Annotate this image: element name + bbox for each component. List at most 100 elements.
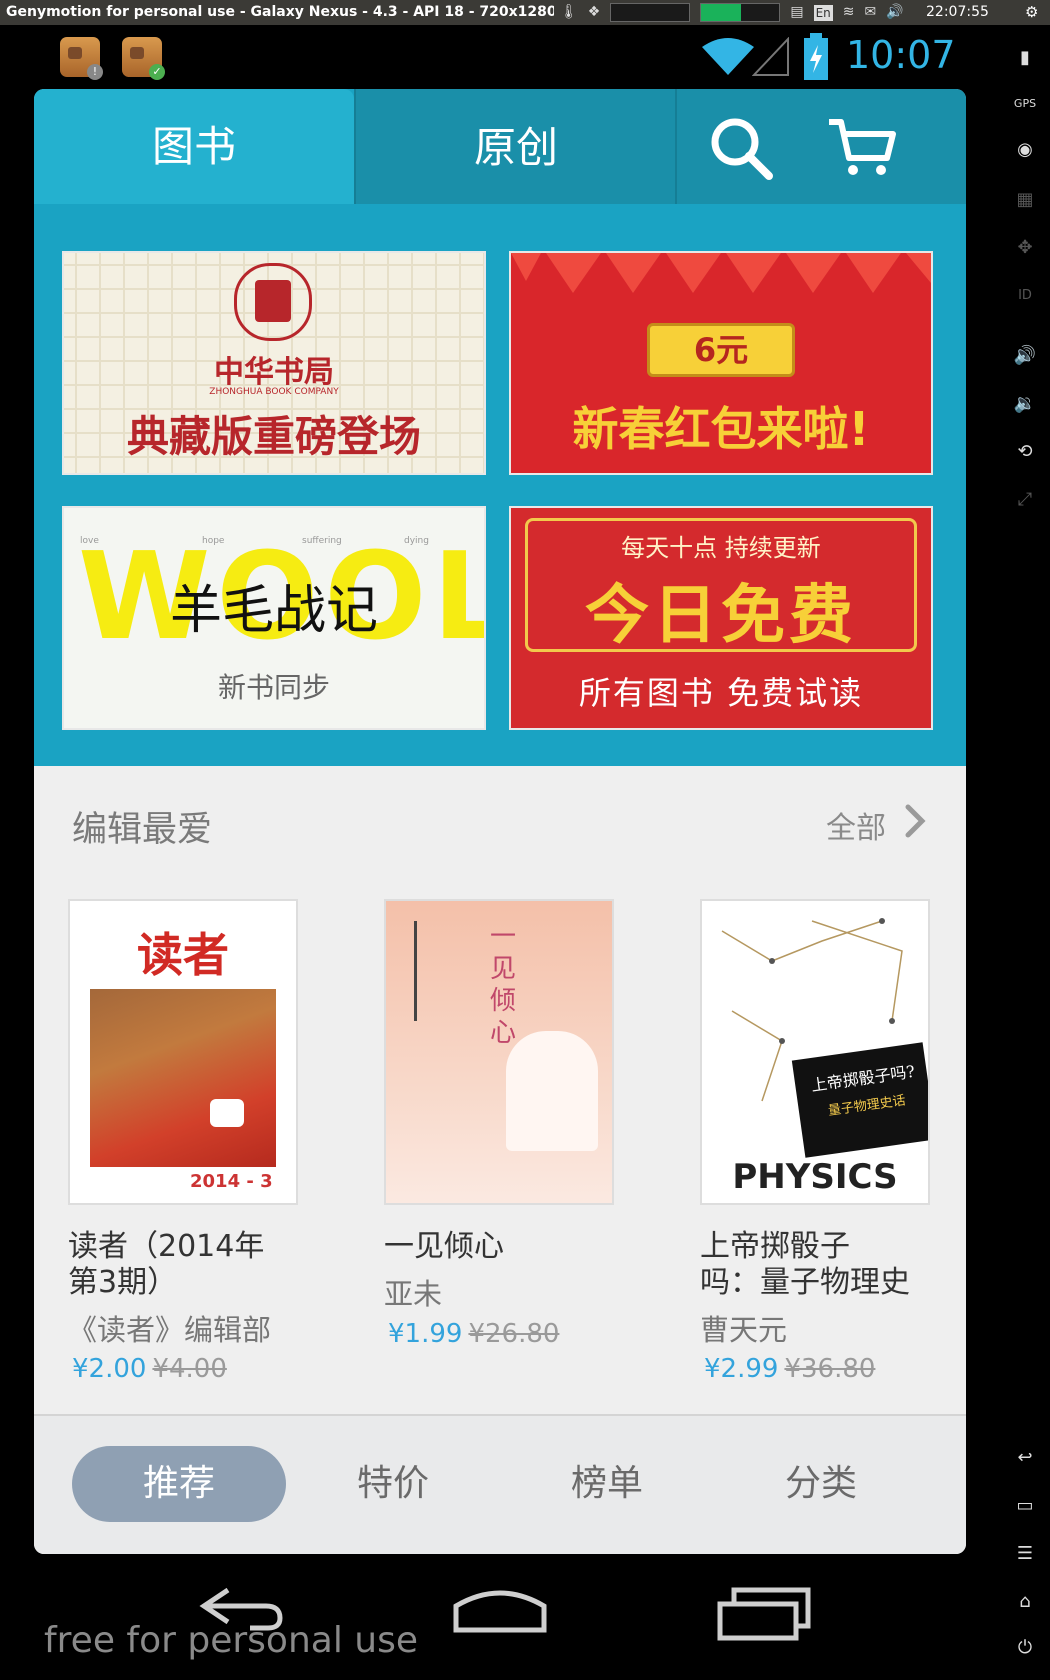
book-cover[interactable]: 读者 2014 - 3: [68, 899, 298, 1205]
wool-subline: 新书同步: [217, 671, 330, 704]
cover-word: PHYSICS: [732, 1157, 898, 1197]
chevron-right-icon[interactable]: [904, 801, 928, 841]
app-window: 图书 原创 中华书局 ZHONGHUA BOOK COMPANY 典藏版重磅登场…: [34, 89, 966, 1554]
book-price: ¥2.99 ¥36.80: [704, 1354, 876, 1384]
nav-categories[interactable]: 分类: [714, 1446, 928, 1522]
host-tray: 🌡 ❖ ▤ En ≋ ✉ 🔊: [560, 3, 904, 22]
book-author: 亚未: [384, 1277, 443, 1311]
book-old-price: ¥4.00: [152, 1354, 227, 1384]
zhonghua-logo-en: ZHONGHUA BOOK COMPANY: [209, 387, 339, 397]
battery-icon[interactable]: ▮: [1012, 45, 1038, 71]
book-cover[interactable]: 上帝掷骰子吗? 量子物理史话 PHYSICS: [700, 899, 930, 1205]
cover-title: 一见倾心: [490, 922, 517, 1048]
redpacket-headline: 新春红包来啦!: [572, 402, 870, 456]
cart-icon[interactable]: [827, 114, 897, 184]
cover-title: 读者: [137, 928, 229, 982]
tiny-word: love: [80, 536, 99, 546]
cover-lamp: [414, 921, 443, 1021]
status-clock: 10:07: [846, 33, 956, 77]
gps-icon[interactable]: GPS: [1012, 91, 1038, 117]
free-bottom-line: 所有图书 免费试读: [578, 674, 864, 712]
book-title: 上帝掷骰子 吗：量子物理史: [700, 1229, 910, 1300]
clapper-icon[interactable]: ▦: [1012, 187, 1038, 213]
wifi-icon[interactable]: ≋: [843, 0, 855, 25]
emulator-toolbar: ▮ GPS ◉ ▦ ✥ ID 🔊 🔉 ⟲ ⤢ ↩ ▭ ☰ ⌂ ⏻: [1000, 25, 1050, 1680]
volume-up-icon[interactable]: 🔊: [1012, 343, 1038, 369]
back-icon[interactable]: ↩: [1012, 1445, 1038, 1471]
cell-signal-icon: [752, 37, 789, 76]
app-notification-icon: !: [60, 37, 103, 80]
section-title: 编辑最爱: [72, 810, 213, 850]
banner-free-today[interactable]: 每天十点 持续更新 今日免费 所有图书 免费试读: [509, 506, 933, 730]
android-nav-bar: free for personal use: [0, 1556, 966, 1680]
cover-artwork: [90, 989, 276, 1167]
host-title-bar: Genymotion for personal use - Galaxy Nex…: [0, 0, 1050, 25]
recent-apps-icon[interactable]: ▭: [1012, 1493, 1038, 1519]
cover-issue: 2014 - 3: [190, 1171, 273, 1192]
free-top-line: 每天十点 持续更新: [621, 534, 821, 562]
cover-black-box: 上帝掷骰子吗? 量子物理史话: [791, 1042, 928, 1158]
free-headline: 今日免费: [585, 579, 857, 653]
book-price: ¥2.00 ¥4.00: [72, 1354, 227, 1384]
camera-icon[interactable]: ◉: [1012, 137, 1038, 163]
nav-rankings[interactable]: 榜单: [500, 1446, 714, 1522]
banner-red-packet[interactable]: 6元 新春红包来啦!: [509, 251, 933, 475]
header-tools: [677, 89, 966, 204]
battery-charging-icon: [804, 33, 828, 80]
tiny-word: hope: [202, 536, 225, 546]
bunting-flags: [511, 253, 931, 293]
volume-down-icon[interactable]: 🔉: [1012, 391, 1038, 417]
cpu-graph: [610, 3, 691, 22]
power-icon[interactable]: ⏻: [1012, 1635, 1038, 1661]
home-icon[interactable]: ⌂: [1012, 1589, 1038, 1615]
cover-chair: [506, 1031, 598, 1151]
bottom-nav: 推荐 特价 榜单 分类: [34, 1414, 966, 1554]
banner-zhonghua-book[interactable]: 中华书局 ZHONGHUA BOOK COMPANY 典藏版重磅登场: [62, 251, 486, 475]
tiny-word: suffering: [302, 536, 342, 546]
gear-icon[interactable]: ⚙: [1025, 0, 1038, 25]
watermark-text: free for personal use: [44, 1620, 418, 1661]
recent-apps-icon[interactable]: [716, 1586, 812, 1642]
search-icon[interactable]: [707, 114, 777, 184]
volume-icon[interactable]: 🔊: [886, 0, 903, 25]
thermometer-icon[interactable]: 🌡: [560, 0, 578, 25]
menu-icon[interactable]: ☰: [1012, 1541, 1038, 1567]
mail-icon[interactable]: ✉: [865, 0, 877, 25]
wifi-signal-icon: [702, 38, 754, 75]
nav-special-price[interactable]: 特价: [286, 1446, 500, 1522]
id-icon[interactable]: ID: [1012, 283, 1038, 309]
book-old-price: ¥26.80: [468, 1319, 560, 1349]
zhonghua-headline: 典藏版重磅登场: [126, 412, 421, 461]
view-all-link[interactable]: 全部: [826, 803, 886, 847]
tab-original[interactable]: 原创: [355, 89, 677, 204]
banner-wool[interactable]: WOOL love hope suffering dying 羊毛战记 新书同步: [62, 506, 486, 730]
app-notification-check-icon: ✓: [122, 37, 165, 80]
home-icon[interactable]: [450, 1586, 550, 1636]
book-author: 曹天元: [700, 1313, 788, 1347]
host-clock[interactable]: 22:07:55: [926, 0, 989, 25]
host-window-title: Genymotion for personal use - Galaxy Nex…: [6, 4, 554, 20]
scale-icon[interactable]: ⤢: [1012, 487, 1038, 513]
move-icon[interactable]: ✥: [1012, 235, 1038, 261]
keyboard-layout-indicator[interactable]: En: [813, 4, 833, 21]
nav-recommend[interactable]: 推荐: [72, 1446, 286, 1522]
app-header: 图书 原创 中华书局 ZHONGHUA BOOK COMPANY 典藏版重磅登场…: [34, 89, 966, 766]
tiny-word: dying: [404, 536, 429, 546]
sd-card-icon[interactable]: ▤: [790, 0, 803, 25]
book-price: ¥1.99 ¥26.80: [388, 1319, 560, 1349]
tab-divider: [354, 89, 356, 204]
network-graph: [700, 3, 781, 22]
ticket-badge: 6元: [647, 323, 795, 377]
dropbox-icon[interactable]: ❖: [588, 0, 601, 25]
book-author: 《读者》编辑部: [68, 1313, 272, 1347]
book-title: 读者（2014年 第3期）: [68, 1229, 265, 1300]
book-old-price: ¥36.80: [784, 1354, 876, 1384]
wool-headline: 羊毛战记: [169, 581, 378, 641]
android-status-bar: ! ✓ 10:07: [0, 25, 966, 87]
rotate-icon[interactable]: ⟲: [1012, 439, 1038, 465]
tab-books[interactable]: 图书: [34, 89, 354, 204]
book-cover[interactable]: 一见倾心: [384, 899, 614, 1205]
zhonghua-seal: [234, 263, 312, 341]
book-title: 一见倾心: [384, 1229, 504, 1264]
zhonghua-logo: 中华书局: [214, 355, 334, 390]
